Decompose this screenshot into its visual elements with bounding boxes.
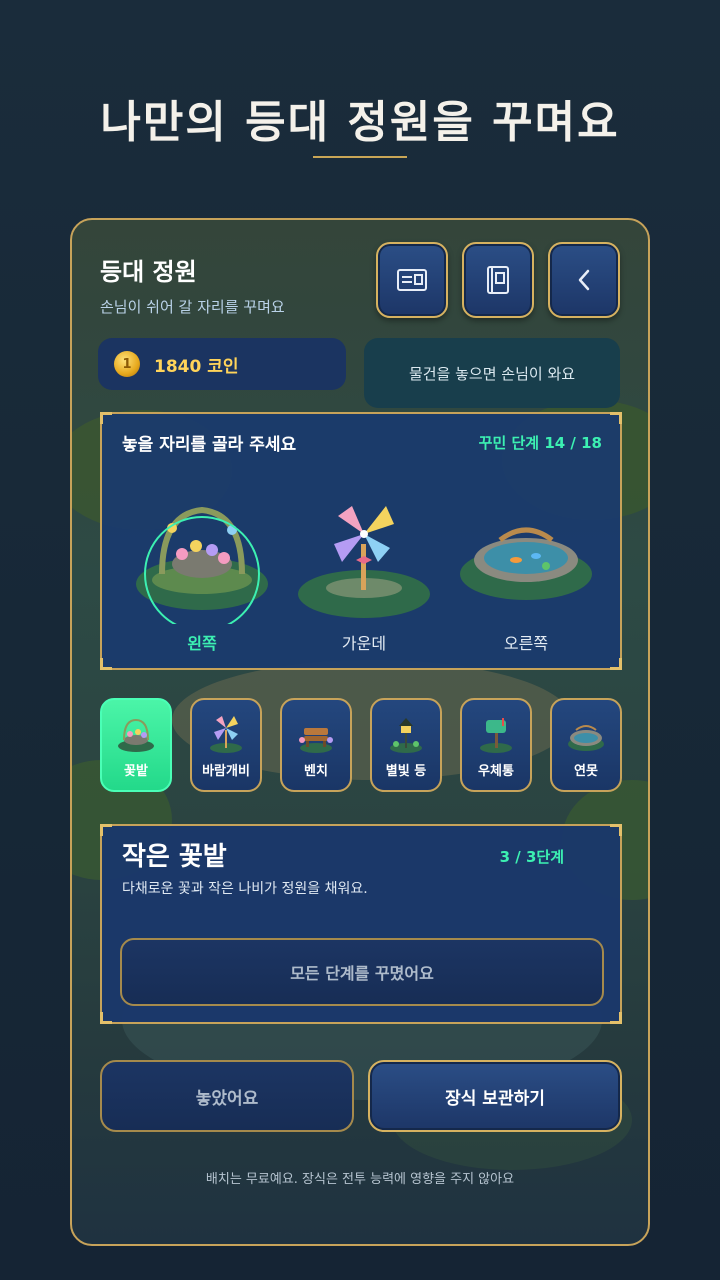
panel-subtitle: 손님이 쉬어 갈 자리를 꾸며요 [100,298,285,316]
coin-icon: 1 [114,351,140,377]
tab-mailbox[interactable]: 우체통 [460,698,532,792]
frame-corner [610,824,622,836]
garden-panel: 등대 정원 손님이 쉬어 갈 자리를 꾸며요 1 1840 코인 물건을 놓으면… [70,218,650,1246]
pond-icon [460,527,592,600]
tab-star-lamp[interactable]: 별빛 등 [370,698,442,792]
frame-corner [610,412,622,424]
panel-title: 등대 정원 [100,258,197,286]
flower-bed-icon [118,718,154,752]
frame-corner [100,824,112,836]
placement-selector: 놓을 자리를 골라 주세요 꾸민 단계 14 / 18 왼쪽 가운데 오른쪽 [100,412,622,670]
slot-label-center: 가운데 [341,634,387,653]
page-headline: 나만의 등대 정원을 꾸며요 [100,97,620,148]
tab-label: 벤치 [304,764,328,779]
frame-corner [100,658,112,670]
tab-pond[interactable]: 연못 [550,698,622,792]
decoration-detail: 작은 꽃밭 3 / 3단계 다채로운 꽃과 작은 나비가 정원을 채워요. 모든… [100,824,622,1024]
slot-left[interactable]: 왼쪽 [132,484,272,654]
notice-banner: 물건을 놓으면 손님이 와요 [364,338,620,408]
lamp-icon [390,718,422,753]
slot-label-left: 왼쪽 [187,634,217,653]
tab-label: 별빛 등 [385,764,427,779]
tab-label: 연못 [574,764,598,779]
back-button[interactable] [548,242,620,318]
headline-divider [313,156,407,158]
book-icon [487,266,509,294]
decoration-description: 다채로운 꽃과 작은 나비가 정원을 채워요. [122,881,368,897]
tab-label: 바람개비 [202,764,250,779]
frame-corner [100,1012,112,1024]
back-chevron-icon [578,269,590,291]
slot-center[interactable]: 가운데 [294,484,434,654]
footer-note: 배치는 무료예요. 장식은 전투 능력에 영향을 주지 않아요 [205,1172,515,1187]
frame-corner [100,412,112,424]
coin-amount: 1840 코인 [154,356,239,377]
slot-right[interactable]: 오른쪽 [456,484,596,654]
tab-pinwheel[interactable]: 바람개비 [190,698,262,792]
tab-label: 우체통 [478,764,514,779]
coin-balance: 1 1840 코인 [98,338,346,390]
placement-title: 놓을 자리를 골라 주세요 [122,435,297,455]
slot-label-right: 오른쪽 [503,634,549,653]
all-stages-done-button[interactable]: 모든 단계를 꾸몄어요 [120,938,604,1006]
bench-icon [299,728,333,753]
frame-corner [610,1012,622,1024]
flower-garden-icon [136,506,268,632]
frame-corner [610,658,622,670]
card-button[interactable] [376,242,448,318]
tab-bench[interactable]: 벤치 [280,698,352,792]
decoration-name: 작은 꽃밭 [122,842,227,872]
pinwheel-icon [210,716,242,753]
decoration-stage: 3 / 3단계 [499,848,564,866]
mailbox-icon [480,718,512,753]
pond-icon [568,725,604,751]
tab-label: 꽃밭 [124,764,148,779]
placed-button[interactable]: 놓았어요 [100,1060,354,1132]
pinwheel-icon [298,506,430,618]
book-button[interactable] [462,242,534,318]
placement-stage-count: 꾸민 단계 14 / 18 [478,434,602,452]
store-decoration-button[interactable]: 장식 보관하기 [368,1060,622,1132]
tab-flower-bed[interactable]: 꽃밭 [100,698,172,792]
card-icon [397,269,427,291]
